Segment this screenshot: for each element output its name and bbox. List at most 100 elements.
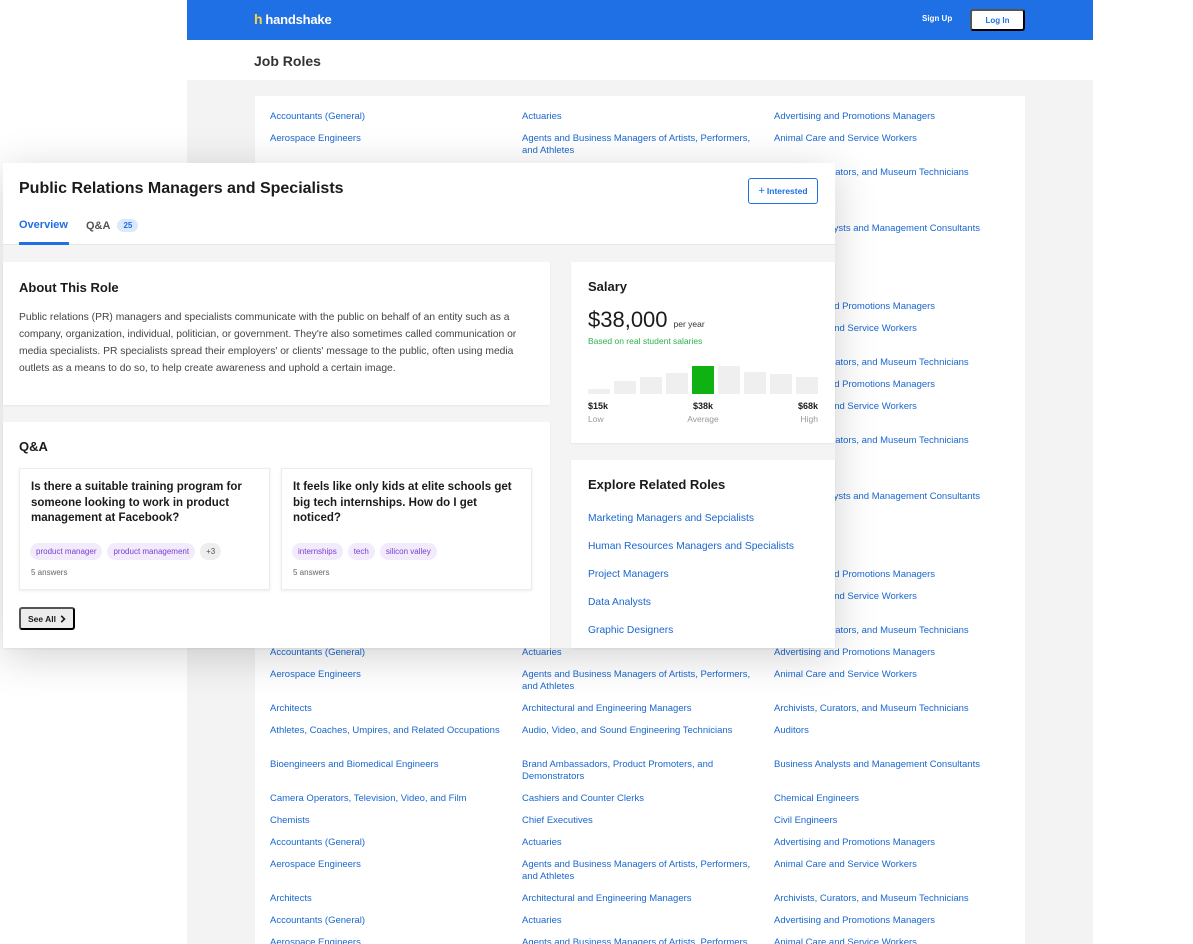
- question-text: Is there a suitable training program for…: [31, 481, 242, 524]
- job-role-link[interactable]: Aerospace Engineers: [270, 669, 510, 681]
- salary-bar: [640, 377, 662, 394]
- plus-icon: +: [758, 185, 765, 197]
- job-role-link[interactable]: Advertising and Promotions Managers: [774, 111, 1014, 123]
- salary-low-value: $15k: [588, 401, 609, 411]
- brand-name: handshake: [265, 11, 332, 27]
- interested-button[interactable]: + Interested: [748, 178, 818, 204]
- job-role-link[interactable]: Archivists, Curators, and Museum Technic…: [774, 703, 1014, 715]
- job-role-link[interactable]: Chemists: [270, 815, 510, 827]
- qa-title: Q&A: [19, 439, 48, 454]
- job-role-link[interactable]: Actuaries: [522, 915, 757, 927]
- salary-bar: [588, 389, 610, 394]
- question-tags: internships tech silicon valley: [292, 543, 437, 560]
- job-role-link[interactable]: Actuaries: [522, 111, 757, 123]
- job-role-link[interactable]: Architects: [270, 893, 510, 905]
- related-role-link[interactable]: Project Managers: [588, 569, 669, 580]
- salary-high-label: High: [800, 414, 818, 424]
- question-card[interactable]: It feels like only kids at elite schools…: [281, 468, 532, 590]
- tag[interactable]: product management: [107, 543, 196, 560]
- related-role-link[interactable]: Data Analysts: [588, 597, 651, 608]
- role-title: Public Relations Managers and Specialist…: [19, 180, 344, 197]
- job-role-link[interactable]: Animal Care and Service Workers: [774, 669, 1014, 681]
- salary-average-value: $38k: [692, 401, 714, 411]
- job-role-link[interactable]: Aerospace Engineers: [270, 859, 510, 871]
- handshake-logo[interactable]: h handshake: [254, 11, 332, 27]
- question-tags: product manager product management +3: [30, 543, 222, 560]
- job-role-link[interactable]: Advertising and Promotions Managers: [774, 837, 1014, 849]
- job-role-link[interactable]: Actuaries: [522, 647, 757, 659]
- job-role-link[interactable]: Bioengineers and Biomedical Engineers: [270, 759, 510, 771]
- job-role-link[interactable]: Animal Care and Service Workers: [774, 937, 1014, 944]
- job-role-link[interactable]: Aerospace Engineers: [270, 937, 510, 944]
- job-role-link[interactable]: Camera Operators, Television, Video, and…: [270, 793, 510, 805]
- job-role-link[interactable]: Architectural and Engineering Managers: [522, 703, 757, 715]
- salary-low-label: Low: [588, 414, 604, 424]
- salary-amount: $38,000: [588, 307, 668, 332]
- job-role-link[interactable]: Agents and Business Managers of Artists,…: [522, 859, 757, 883]
- salary-bar: [718, 366, 740, 394]
- tag[interactable]: product manager: [30, 543, 103, 560]
- job-role-link[interactable]: Athletes, Coaches, Umpires, and Related …: [270, 725, 510, 737]
- job-role-link[interactable]: Audio, Video, and Sound Engineering Tech…: [522, 725, 757, 737]
- question-text: It feels like only kids at elite schools…: [293, 481, 512, 524]
- tag[interactable]: silicon valley: [379, 543, 437, 560]
- active-tab-indicator: [19, 242, 69, 245]
- job-role-link[interactable]: Auditors: [774, 725, 1014, 737]
- related-role-link[interactable]: Marketing Managers and Sepcialists: [588, 513, 754, 524]
- job-role-link[interactable]: Accountants (General): [270, 111, 510, 123]
- about-title: About This Role: [19, 280, 119, 295]
- see-all-button[interactable]: See All: [19, 607, 75, 630]
- job-role-link[interactable]: Accountants (General): [270, 915, 510, 927]
- sign-up-link[interactable]: Sign Up: [922, 14, 952, 23]
- answer-count: 5 answers: [31, 568, 68, 577]
- salary-bar-average: [692, 366, 714, 394]
- job-role-link[interactable]: Business Analysts and Management Consult…: [774, 759, 1014, 771]
- job-role-link[interactable]: Advertising and Promotions Managers: [774, 915, 1014, 927]
- job-role-link[interactable]: Animal Care and Service Workers: [774, 859, 1014, 871]
- tab-overview[interactable]: Overview: [19, 219, 68, 231]
- salary-title: Salary: [588, 279, 628, 294]
- top-nav-bar: h handshake Sign Up Log In: [187, 0, 1093, 40]
- job-role-link[interactable]: Actuaries: [522, 837, 757, 849]
- handshake-logo-icon: h: [254, 11, 263, 27]
- job-role-link[interactable]: Archivists, Curators, and Museum Technic…: [774, 893, 1014, 905]
- salary-bar: [796, 377, 818, 394]
- job-role-link[interactable]: Accountants (General): [270, 647, 510, 659]
- job-role-link[interactable]: Animal Care and Service Workers: [774, 133, 1014, 145]
- job-role-link[interactable]: Advertising and Promotions Managers: [774, 647, 1014, 659]
- related-roles-card: Explore Related Roles Marketing Managers…: [571, 460, 835, 648]
- salary-bar: [770, 374, 792, 394]
- job-role-link[interactable]: Civil Engineers: [774, 815, 1014, 827]
- job-role-link[interactable]: Chief Executives: [522, 815, 757, 827]
- job-role-link[interactable]: Accountants (General): [270, 837, 510, 849]
- salary-bar: [744, 372, 766, 394]
- modal-header: Public Relations Managers and Specialist…: [3, 163, 835, 245]
- job-role-link[interactable]: Agents and Business Managers of Artists,…: [522, 937, 757, 944]
- log-in-button[interactable]: Log In: [970, 9, 1025, 31]
- related-role-link[interactable]: Graphic Designers: [588, 625, 673, 636]
- job-role-link[interactable]: Brand Ambassadors, Product Promoters, an…: [522, 759, 757, 783]
- qa-card: Q&A Is there a suitable training program…: [3, 422, 550, 648]
- related-role-link[interactable]: Human Resources Managers and Specialists: [588, 541, 794, 552]
- see-all-label: See All: [27, 613, 57, 624]
- job-role-link[interactable]: Agents and Business Managers of Artists,…: [522, 669, 757, 693]
- question-card[interactable]: Is there a suitable training program for…: [19, 468, 270, 590]
- about-description: Public relations (PR) managers and speci…: [19, 312, 517, 374]
- page-title: Job Roles: [254, 53, 321, 69]
- salary-period: per year: [673, 319, 705, 329]
- job-role-link[interactable]: Cashiers and Counter Clerks: [522, 793, 757, 805]
- more-tags-badge[interactable]: +3: [200, 543, 222, 560]
- tag[interactable]: internships: [292, 543, 343, 560]
- job-role-link[interactable]: Aerospace Engineers: [270, 133, 510, 145]
- job-role-link[interactable]: Chemical Engineers: [774, 793, 1014, 805]
- chevron-right-icon: [60, 614, 66, 623]
- tab-qa[interactable]: Q&A 25: [86, 219, 139, 232]
- job-role-link[interactable]: Agents and Business Managers of Artists,…: [522, 133, 757, 157]
- salary-high-value: $68k: [797, 401, 818, 411]
- tag[interactable]: tech: [347, 543, 375, 560]
- tab-qa-label: Q&A: [86, 219, 111, 232]
- job-role-link[interactable]: Architects: [270, 703, 510, 715]
- job-role-link[interactable]: Architectural and Engineering Managers: [522, 893, 757, 905]
- salary-average-label: Average: [687, 414, 719, 424]
- answer-count: 5 answers: [293, 568, 330, 577]
